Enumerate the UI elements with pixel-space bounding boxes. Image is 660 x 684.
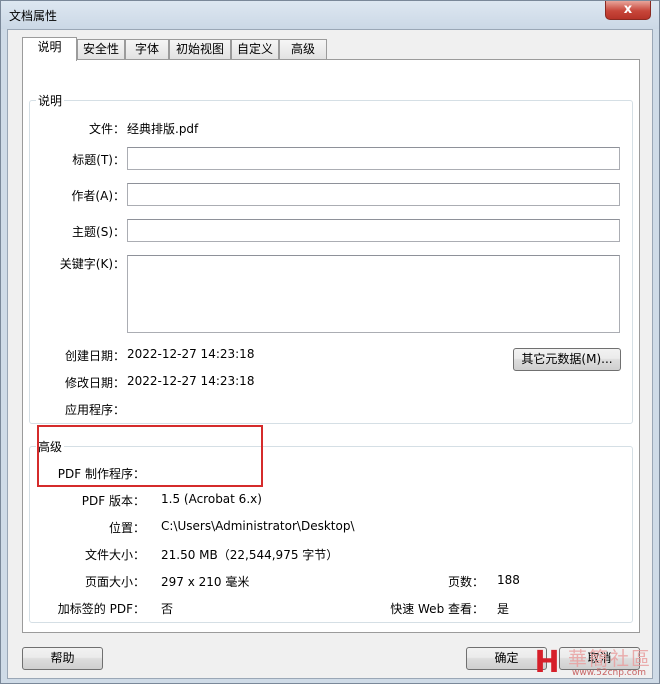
close-button[interactable]: x <box>605 1 651 20</box>
location-value: C:\Users\Administrator\Desktop\ <box>161 519 355 533</box>
tab-advanced[interactable]: 高级 <box>279 39 327 59</box>
tab-initial-view[interactable]: 初始视图 <box>169 39 231 59</box>
keywords-label: 关键字(K)： <box>59 257 125 271</box>
file-size-value: 21.50 MB（22,544,975 字节） <box>161 548 339 562</box>
created-date-label: 创建日期： <box>64 349 125 363</box>
file-size-label: 文件大小： <box>84 548 145 562</box>
description-tab-panel: 说明 文件： 经典排版.pdf 标题(T)： 作者(A)： 主题(S)： 关键字… <box>22 59 640 633</box>
subject-input[interactable] <box>127 219 620 242</box>
file-label: 文件： <box>88 122 125 136</box>
pdf-version-value: 1.5 (Acrobat 6.x) <box>161 492 262 506</box>
tab-custom[interactable]: 自定义 <box>231 39 279 59</box>
keywords-textarea[interactable] <box>127 255 620 333</box>
title-label: 标题(T)： <box>72 153 125 167</box>
title-bar[interactable]: 文档属性 x <box>1 1 659 29</box>
tagged-pdf-label: 加标签的 PDF： <box>57 602 145 616</box>
tab-description[interactable]: 说明 <box>22 37 77 61</box>
help-button[interactable]: 帮助 <box>22 647 103 670</box>
modified-date-value: 2022-12-27 14:23:18 <box>127 374 255 388</box>
more-metadata-button[interactable]: 其它元数据(M)... <box>513 348 621 371</box>
page-size-value: 297 x 210 毫米 <box>161 575 250 589</box>
modified-date-label: 修改日期： <box>64 376 125 390</box>
document-properties-window: 文档属性 x 说明 安全性 字体 初始视图 自定义 高级 说明 文件： 经典排版… <box>0 0 660 684</box>
title-input[interactable] <box>127 147 620 170</box>
pdf-version-label: PDF 版本： <box>81 494 145 508</box>
watermark-logo-icon: H <box>534 645 560 680</box>
window-title: 文档属性 <box>9 9 58 23</box>
watermark-text: 華簡社區 <box>568 648 653 670</box>
description-group-title: 说明 <box>38 94 63 108</box>
fast-web-view-label: 快速 Web 查看： <box>390 602 484 616</box>
watermark-url: www.52cnp.com <box>572 668 647 678</box>
created-date-value: 2022-12-27 14:23:18 <box>127 347 255 361</box>
author-label: 作者(A)： <box>71 189 125 203</box>
subject-label: 主题(S)： <box>72 225 125 239</box>
application-label: 应用程序： <box>64 403 125 417</box>
page-count-label: 页数： <box>447 575 484 589</box>
watermark: H 華簡社區 www.52cnp.com <box>528 642 658 682</box>
file-value: 经典排版.pdf <box>127 122 199 136</box>
fast-web-view-value: 是 <box>497 602 510 616</box>
annotation-highlight-box <box>37 425 263 487</box>
tab-fonts[interactable]: 字体 <box>125 39 169 59</box>
page-count-value: 188 <box>497 573 520 587</box>
location-label: 位置： <box>108 521 145 535</box>
page-size-label: 页面大小： <box>84 575 145 589</box>
dialog-client-area: 说明 安全性 字体 初始视图 自定义 高级 说明 文件： 经典排版.pdf 标题… <box>7 29 653 679</box>
tagged-pdf-value: 否 <box>161 602 174 616</box>
author-input[interactable] <box>127 183 620 206</box>
tab-security[interactable]: 安全性 <box>77 39 125 59</box>
